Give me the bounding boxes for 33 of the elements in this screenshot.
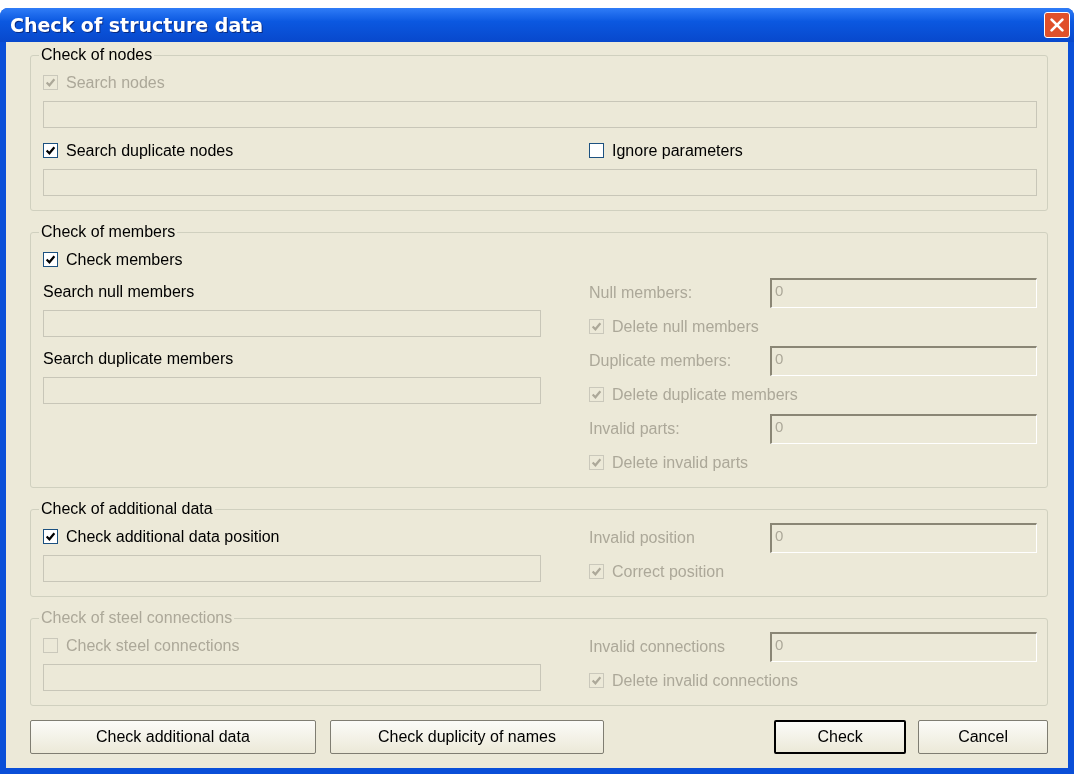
window-title: Check of structure data: [10, 14, 264, 36]
group-title: Check of steel connections: [40, 609, 234, 627]
checkbox-label: Correct position: [612, 562, 725, 581]
close-button[interactable]: [1044, 12, 1070, 38]
checkbox-label: Delete invalid parts: [612, 453, 749, 472]
close-icon: [1048, 16, 1066, 34]
field-label: Duplicate members:: [589, 351, 733, 370]
field-label: Null members:: [589, 283, 694, 302]
checkbox-label: Search nodes: [66, 73, 165, 92]
checkbox-label: Delete null members: [612, 317, 759, 336]
checkbox[interactable]: [589, 143, 604, 158]
checkbox[interactable]: [43, 252, 58, 267]
checkbox[interactable]: [43, 529, 58, 544]
group-title: Check of additional data: [40, 500, 214, 518]
checkbox-label: Check additional data position: [66, 527, 280, 546]
checkbox-label: Delete duplicate members: [612, 385, 798, 404]
field-label: Invalid parts:: [589, 419, 681, 438]
dialog-button[interactable]: Cancel: [918, 720, 1048, 754]
group-title: Check of members: [40, 223, 177, 241]
checkbox-label: Check steel connections: [66, 636, 240, 655]
field-label: Invalid connections: [589, 637, 727, 656]
checkbox-label: Check members: [66, 250, 183, 269]
field-label: Invalid position: [589, 528, 696, 547]
dialog-button[interactable]: Check: [774, 720, 907, 754]
dialog-button[interactable]: Check duplicity of names: [329, 720, 605, 754]
checkbox-label: Search duplicate nodes: [66, 141, 234, 160]
checkbox-label: Ignore parameters: [612, 141, 743, 160]
group-title: Check of nodes: [40, 46, 154, 64]
checkbox[interactable]: [43, 143, 58, 158]
dialog-button[interactable]: Check additional data: [30, 720, 316, 754]
checkbox-label: Delete invalid connections: [612, 671, 798, 690]
field-label: Search null members: [43, 283, 195, 301]
field-label: Search duplicate members: [43, 350, 234, 368]
